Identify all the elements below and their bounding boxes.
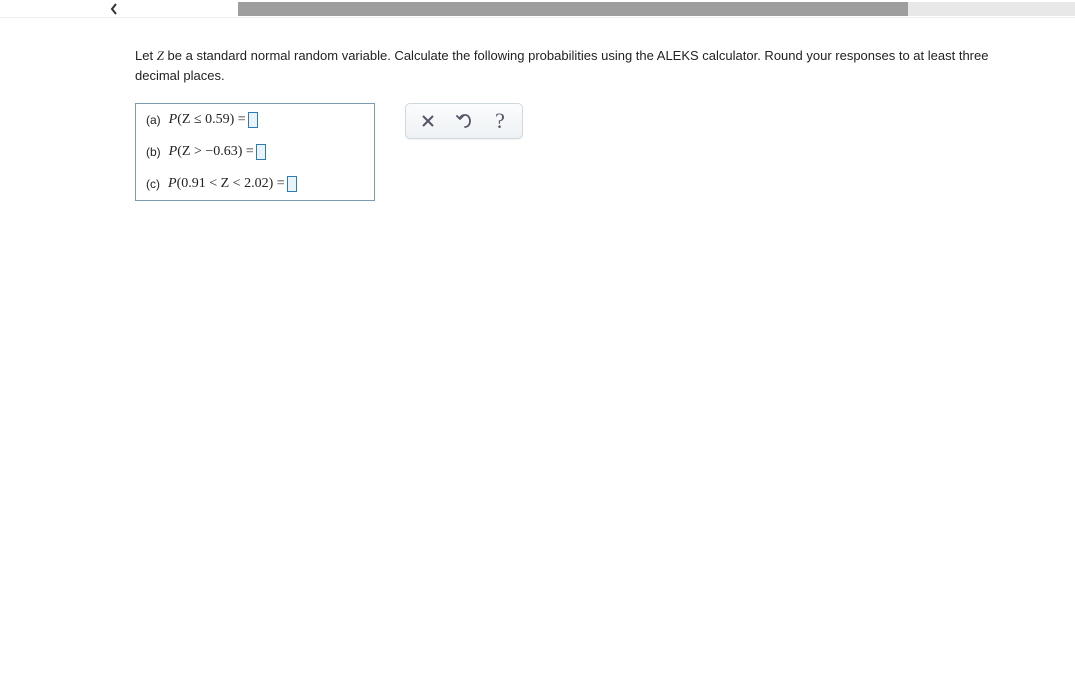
- chevron-left-icon: [110, 3, 118, 15]
- part-b-label: (b): [146, 145, 161, 159]
- part-a-row: (a) P(Z ≤ 0.59) =: [136, 104, 374, 136]
- part-c-label: (c): [146, 177, 160, 191]
- part-a-input[interactable]: [248, 112, 258, 128]
- undo-button[interactable]: [446, 106, 482, 136]
- part-a-expression: P(Z ≤ 0.59) =: [169, 112, 246, 128]
- help-button[interactable]: ?: [482, 106, 518, 136]
- part-b-row: (b) P(Z > −0.63) =: [136, 136, 374, 168]
- content-area: Let Z be a standard normal random variab…: [0, 18, 1075, 241]
- answer-toolbar: ?: [405, 103, 523, 139]
- help-icon: ?: [495, 108, 505, 134]
- part-c-input[interactable]: [287, 176, 297, 192]
- question-prompt: Let Z be a standard normal random variab…: [135, 46, 1035, 85]
- answer-box: (a) P(Z ≤ 0.59) = (b) P(Z > −0.63) = (c)…: [135, 103, 375, 201]
- x-icon: [420, 113, 436, 129]
- scrollbar-thumb[interactable]: [238, 2, 908, 16]
- part-b-input[interactable]: [256, 144, 266, 160]
- back-button[interactable]: [100, 0, 128, 17]
- part-c-expression: P(0.91 < Z < 2.02) =: [168, 176, 285, 192]
- clear-button[interactable]: [410, 106, 446, 136]
- top-bar: [0, 0, 1075, 18]
- horizontal-scrollbar[interactable]: [238, 2, 1075, 16]
- part-c-row: (c) P(0.91 < Z < 2.02) =: [136, 168, 374, 200]
- part-b-expression: P(Z > −0.63) =: [169, 144, 254, 160]
- part-a-label: (a): [146, 113, 161, 127]
- undo-icon: [456, 113, 472, 129]
